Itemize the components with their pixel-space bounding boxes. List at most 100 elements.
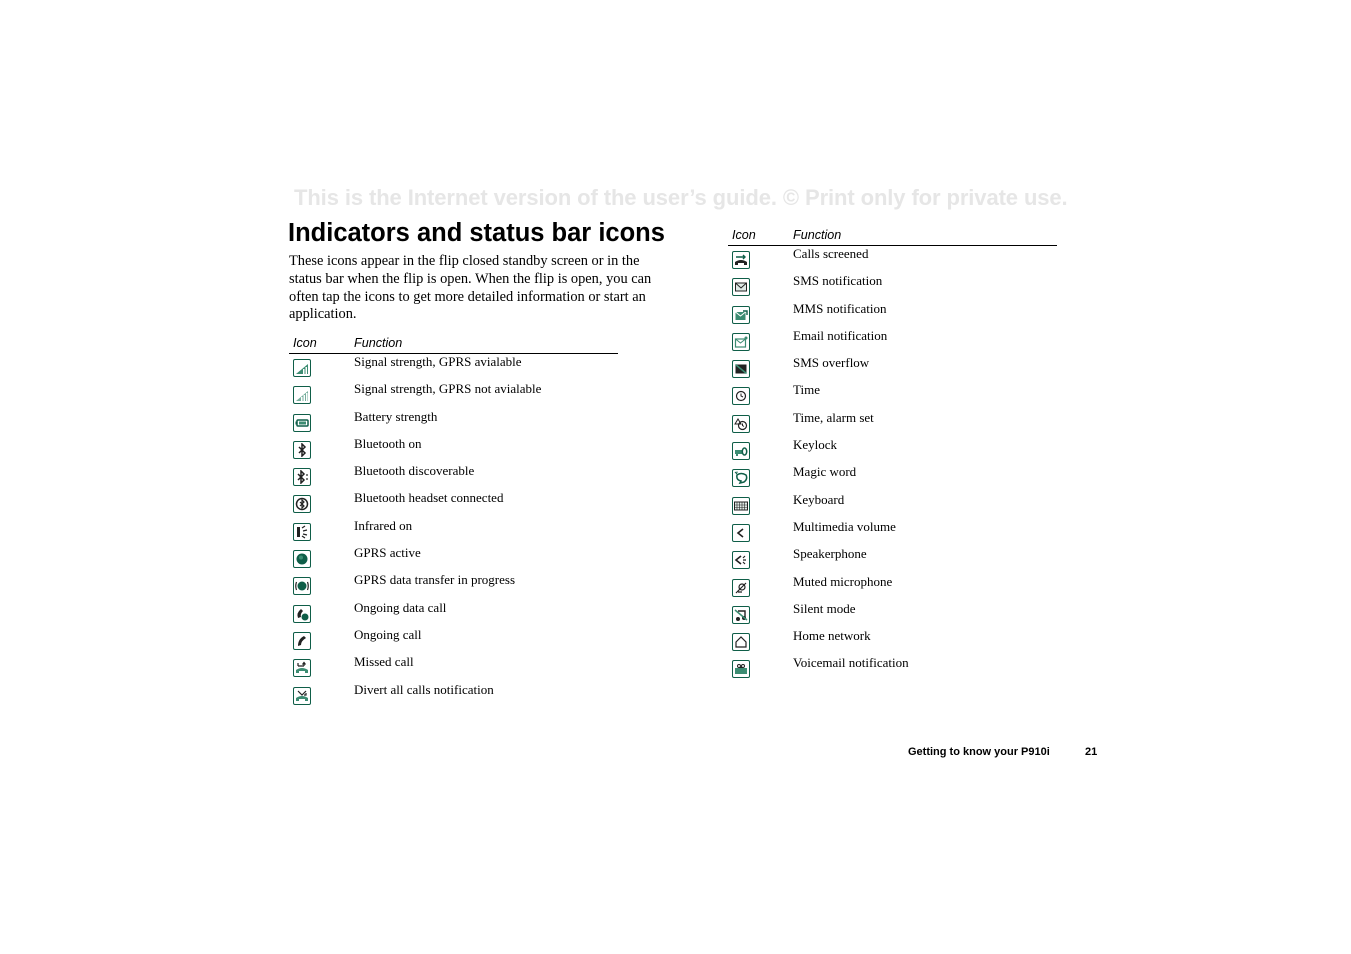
table-row: Speakerphone: [728, 546, 1057, 573]
function-label: Ongoing call: [354, 626, 422, 642]
alarm-icon: [732, 414, 750, 433]
muted-microphone-icon: [732, 578, 750, 597]
table-row: Ongoing data call: [289, 600, 618, 627]
table-row: SMS notification: [728, 273, 1057, 300]
keylock-icon: [732, 442, 750, 461]
mms-icon: [732, 305, 750, 324]
table-row: Home network: [728, 628, 1057, 655]
footer-section-title: Getting to know your P910i: [908, 746, 1050, 758]
sms-icon: [732, 278, 750, 297]
function-label: Battery strength: [354, 408, 438, 424]
table-row: Divert all calls notification: [289, 682, 618, 709]
function-label: Muted microphone: [793, 573, 893, 589]
calls-screened-icon: [732, 251, 750, 269]
table-header: Icon Function: [289, 334, 618, 354]
table-row: Infrared on: [289, 518, 618, 545]
bluetooth-icon: [293, 440, 311, 459]
table-row: Time: [728, 382, 1057, 409]
table-row: MMS notification: [728, 301, 1057, 328]
function-label: Infrared on: [354, 517, 413, 533]
table-row: Bluetooth on: [289, 436, 618, 463]
function-label: Bluetooth discoverable: [354, 463, 475, 479]
function-label: Voicemail notification: [793, 655, 909, 671]
table-row: Keyboard: [728, 492, 1057, 519]
header-icon: Icon: [732, 228, 756, 242]
function-label: Magic word: [793, 464, 857, 480]
volume-icon: [732, 523, 750, 542]
bluetooth-headset-icon: [293, 495, 311, 514]
icons-table-left: Icon Function Signal strength, GPRS avia…: [289, 334, 618, 709]
header-icon: Icon: [293, 336, 317, 350]
function-label: Time: [793, 382, 820, 398]
table-row: Battery strength: [289, 409, 618, 436]
function-label: Bluetooth headset connected: [354, 490, 504, 506]
function-label: Email notification: [793, 327, 888, 343]
icons-table-right: Icon Function Calls screened SMS notifica…: [728, 226, 1057, 683]
function-label: Bluetooth on: [354, 435, 422, 451]
signal-gprs-available-icon: [293, 359, 311, 377]
function-label: Keylock: [793, 437, 838, 453]
intro-paragraph: These icons appear in the flip closed st…: [289, 253, 652, 323]
function-label: Missed call: [354, 654, 414, 670]
table-row: Ongoing call: [289, 627, 618, 654]
function-label: GPRS active: [354, 545, 421, 561]
function-label: Ongoing data call: [354, 599, 447, 615]
function-label: Speakerphone: [793, 546, 867, 562]
page-title: Indicators and status bar icons: [288, 219, 665, 247]
signal-gprs-not-available-icon: [293, 386, 311, 405]
watermark: This is the Internet version of the user…: [294, 185, 1068, 210]
silent-mode-icon: [732, 605, 750, 624]
table-row: Keylock: [728, 437, 1057, 464]
clock-icon: [732, 387, 750, 406]
call-icon: [293, 631, 311, 650]
page-number: 21: [1085, 746, 1098, 758]
speakerphone-icon: [732, 551, 750, 570]
table-row: Bluetooth discoverable: [289, 463, 618, 490]
magic-word-icon: [732, 469, 750, 488]
function-label: SMS notification: [793, 273, 883, 289]
function-label: GPRS data transfer in progress: [354, 572, 516, 588]
table-row: GPRS data transfer in progress: [289, 572, 618, 599]
function-label: Silent mode: [793, 600, 856, 616]
function-label: SMS overflow: [793, 355, 870, 371]
function-label: Calls screened: [793, 246, 869, 261]
table-row: Missed call: [289, 654, 618, 681]
table-row: GPRS active: [289, 545, 618, 572]
gprs-transfer-icon: [293, 577, 311, 596]
home-network-icon: [732, 633, 750, 652]
table-row: Calls screened: [728, 246, 1057, 273]
table-row: Email notification: [728, 328, 1057, 355]
header-function: Function: [354, 336, 403, 350]
table-row: Multimedia volume: [728, 519, 1057, 546]
gprs-active-icon: [293, 550, 311, 569]
table-header: Icon Function: [728, 226, 1057, 246]
data-call-icon: [293, 604, 311, 623]
infrared-icon: [293, 522, 311, 541]
table-row: Silent mode: [728, 601, 1057, 628]
function-label: MMS notification: [793, 300, 887, 316]
divert-calls-icon: [293, 686, 311, 705]
table-row: Muted microphone: [728, 574, 1057, 601]
header-function: Function: [793, 228, 842, 242]
table-row: Voicemail notification: [728, 655, 1057, 682]
table-row: Time, alarm set: [728, 410, 1057, 437]
table-row: Bluetooth headset connected: [289, 490, 618, 517]
bluetooth-discoverable-icon: [293, 468, 311, 487]
voicemail-icon: [732, 660, 750, 679]
function-label: Signal strength, GPRS avialable: [354, 354, 522, 369]
function-label: Time, alarm set: [793, 409, 874, 425]
table-row: Signal strength, GPRS avialable: [289, 354, 618, 381]
battery-icon: [293, 413, 311, 432]
table-row: SMS overflow: [728, 355, 1057, 382]
table-row: Magic word: [728, 464, 1057, 491]
table-row: Signal strength, GPRS not avialable: [289, 381, 618, 408]
sms-overflow-icon: [732, 360, 750, 379]
missed-call-icon: [293, 659, 311, 678]
keyboard-icon: [732, 496, 750, 515]
email-icon: [732, 332, 750, 351]
function-label: Home network: [793, 628, 871, 644]
function-label: Divert all calls notification: [354, 681, 494, 697]
function-label: Signal strength, GPRS not avialable: [354, 381, 542, 397]
function-label: Keyboard: [793, 491, 845, 507]
function-label: Multimedia volume: [793, 518, 896, 534]
